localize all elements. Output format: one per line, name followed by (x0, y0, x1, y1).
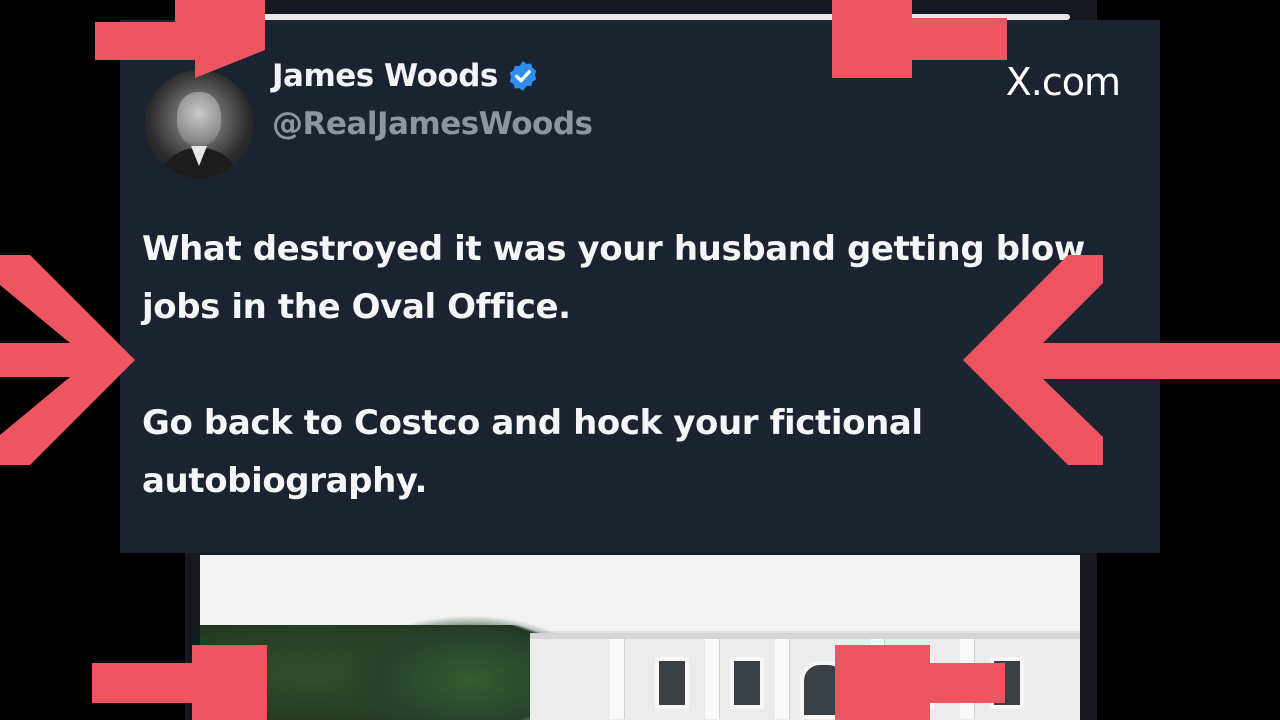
window (730, 657, 764, 709)
author-row: James Woods (272, 58, 540, 94)
brand-logo: X.com (1005, 60, 1121, 104)
red-arrow-icon (92, 645, 267, 720)
display-name[interactable]: James Woods (272, 58, 498, 94)
red-arrow-icon (835, 645, 1005, 720)
verified-badge-icon (506, 59, 540, 93)
column (610, 639, 624, 719)
red-arrow-icon (963, 255, 1280, 465)
red-arrow-icon (832, 0, 1007, 80)
avatar-face (177, 92, 221, 146)
column (775, 639, 789, 719)
tweet-paragraph: What destroyed it was your husband getti… (142, 229, 1085, 327)
red-arrow-icon (0, 255, 135, 465)
column (705, 639, 719, 719)
window (655, 657, 689, 709)
red-arrow-icon (95, 0, 265, 80)
tweet-text: What destroyed it was your husband getti… (142, 220, 1102, 568)
avatar[interactable] (145, 70, 253, 178)
user-handle[interactable]: @RealJamesWoods (272, 106, 593, 142)
tweet-paragraph: Go back to Costco and hock your fictiona… (142, 403, 923, 501)
